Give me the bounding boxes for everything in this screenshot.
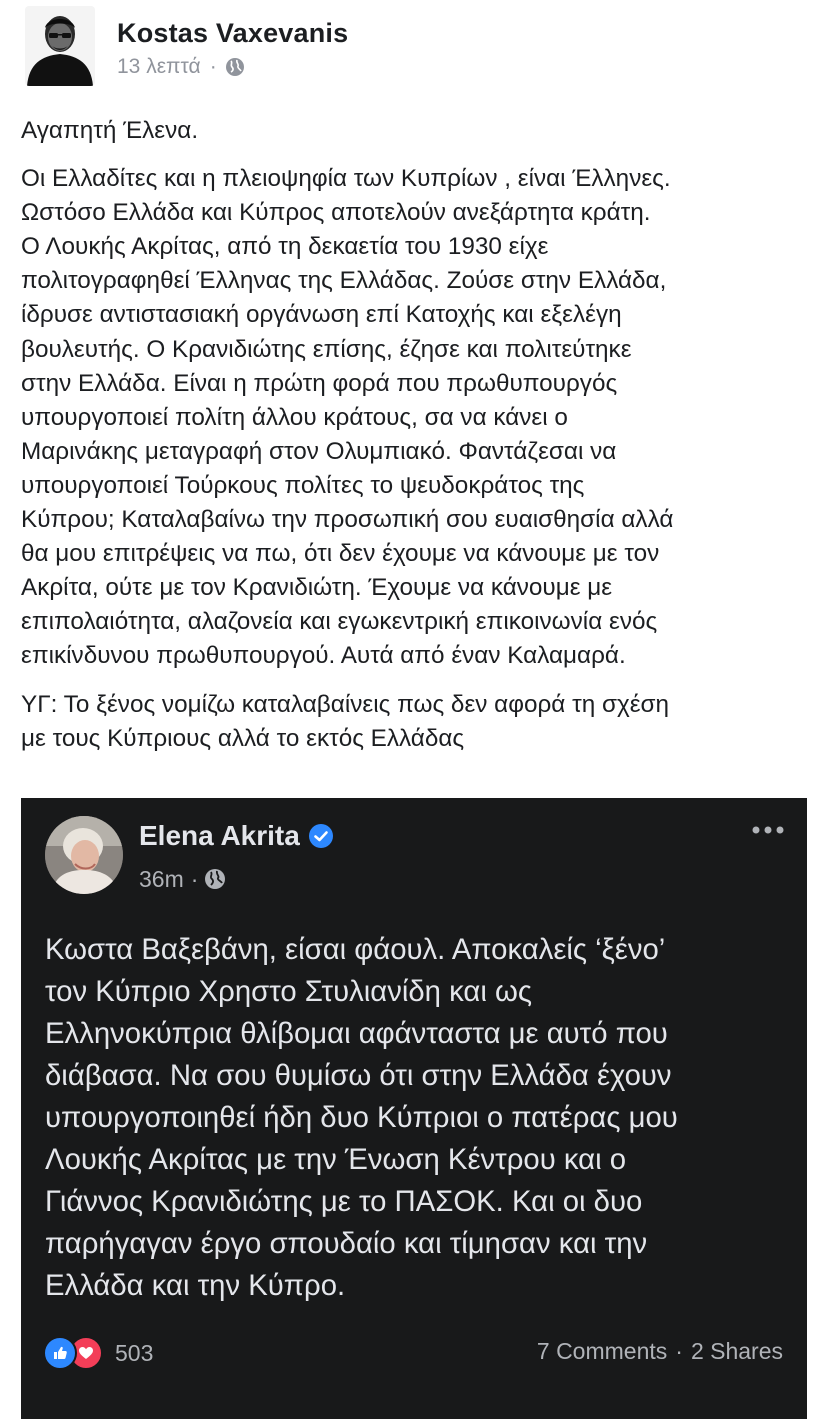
embed-author-name[interactable]: Elena Akrita [139, 818, 300, 854]
embed-avatar-image [45, 816, 123, 894]
globe-icon[interactable] [225, 57, 245, 77]
more-options-icon[interactable] [751, 824, 785, 836]
comments-count-link[interactable]: 7 Comments [537, 1338, 667, 1365]
post-header: Kostas Vaxevanis 13 λεπτά · [25, 6, 348, 86]
embed-meta: 36m · [139, 864, 226, 894]
reaction-icons [43, 1336, 103, 1370]
embed-author-name-row: Elena Akrita [139, 818, 334, 854]
like-icon [43, 1336, 77, 1370]
embed-meta-separator: · [190, 866, 199, 892]
post-body: Αγαπητή Έλενα. Οι Ελλαδίτες και η πλειοψ… [21, 114, 821, 770]
reaction-count: 503 [115, 1339, 154, 1366]
author-name[interactable]: Kostas Vaxevanis [117, 14, 348, 52]
embed-timestamp[interactable]: 36m [139, 864, 184, 894]
embedded-post-screenshot[interactable]: Elena Akrita 36m · Κωστα Βαξεβάνη, είσαι… [21, 798, 807, 1419]
post-paragraph-greeting: Αγαπητή Έλενα. [21, 117, 199, 144]
embed-globe-icon [205, 869, 226, 889]
post-paragraph-main: Οι Ελλαδίτες και η πλειοψηφία των Κυπρίω… [21, 165, 674, 670]
verified-badge-icon [308, 824, 333, 848]
embed-author-avatar[interactable] [45, 816, 123, 894]
embed-post-text: Κωστα Βαξεβάνη, είσαι φάουλ. Αποκαλείς ‘… [45, 933, 678, 1302]
engagement-separator: · [675, 1338, 683, 1364]
author-avatar-image [25, 6, 95, 86]
reactions-summary[interactable]: 503 [43, 1336, 153, 1370]
post-meta: 13 λεπτά · [117, 53, 348, 81]
engagement-summary: 7 Comments · 2 Shares [537, 1338, 783, 1365]
author-avatar[interactable] [25, 6, 95, 86]
post-paragraph-ps: ΥΓ: Το ξένος νομίζω καταλαβαίνεις πως δε… [21, 690, 670, 752]
post-timestamp[interactable]: 13 λεπτά [117, 53, 201, 81]
shares-count-link[interactable]: 2 Shares [691, 1338, 783, 1365]
meta-separator: · [209, 55, 217, 78]
